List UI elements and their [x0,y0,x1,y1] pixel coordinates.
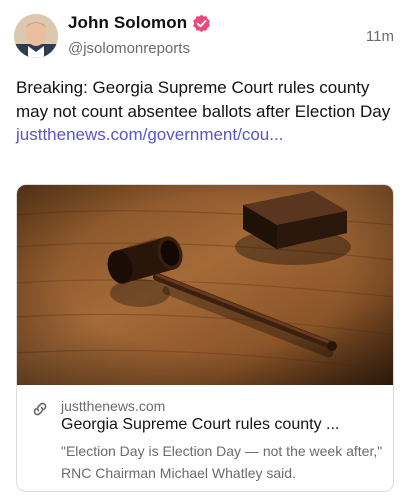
avatar-image [14,14,58,58]
link-card-description: "Election Day is Election Day — not the … [61,443,383,481]
post-text: Breaking: Georgia Supreme Court rules co… [16,78,391,121]
post-link[interactable]: justthenews.com/government/cou... [16,125,283,144]
post-timestamp[interactable]: 11m [366,28,394,45]
author-display-name[interactable]: John Solomon [68,13,187,33]
link-card-meta: justthenews.com Georgia Supreme Court ru… [17,385,393,491]
social-post: John Solomon @jsolomonreports 11m Breaki… [0,0,410,500]
verified-badge-icon [193,14,211,32]
link-icon [33,402,47,416]
link-card-title: Georgia Supreme Court rules county ... [61,416,340,433]
post-body: Breaking: Georgia Supreme Court rules co… [16,76,396,147]
author-handle[interactable]: @jsolomonreports [68,40,190,57]
author-avatar[interactable] [14,14,58,58]
link-preview-card[interactable]: justthenews.com Georgia Supreme Court ru… [16,184,394,492]
link-card-domain: justthenews.com [61,398,166,414]
author-name-row: John Solomon [68,13,211,33]
gavel-photo [17,185,393,385]
